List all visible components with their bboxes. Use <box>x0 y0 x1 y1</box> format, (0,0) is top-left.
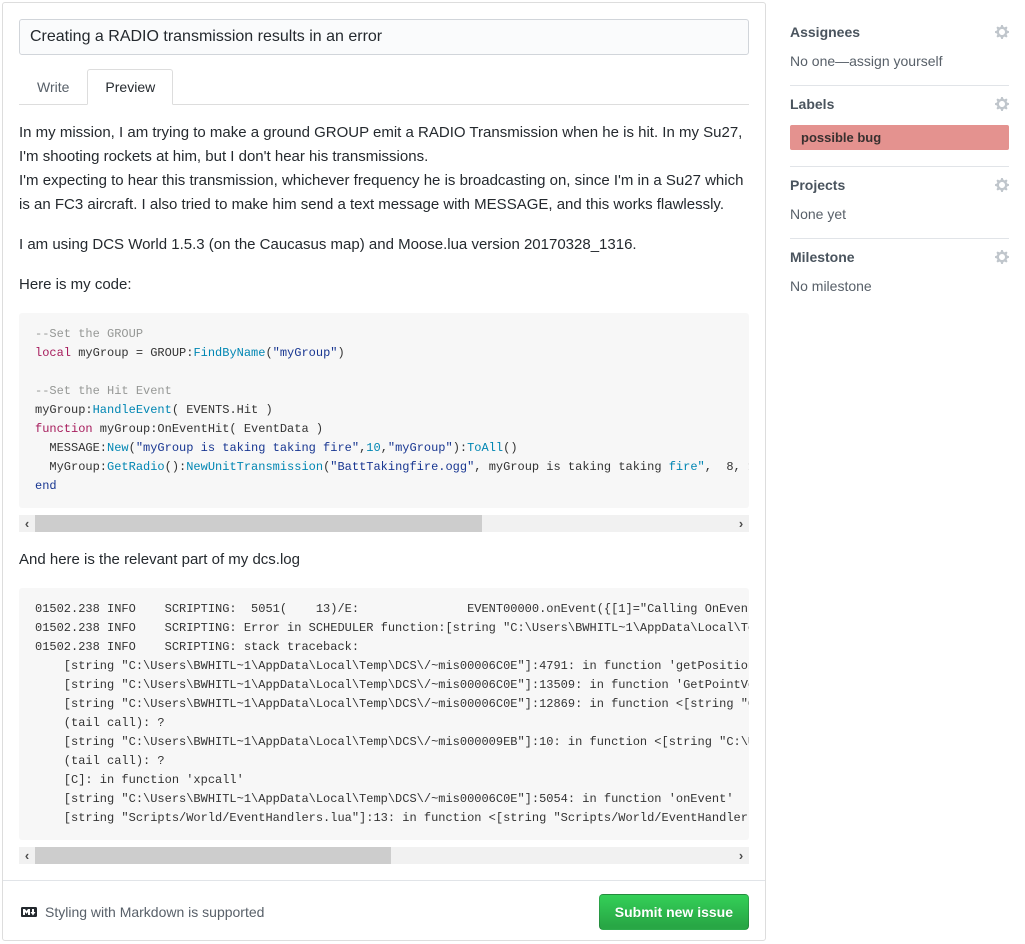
log-scrollbar-track[interactable] <box>35 847 733 864</box>
write-preview-tabbar: Write Preview <box>19 69 749 105</box>
gear-icon[interactable] <box>995 249 1009 265</box>
chevron-right-icon[interactable]: › <box>733 847 749 864</box>
assignees-value: No one—assign yourself <box>790 53 1009 69</box>
code-line: function myGroup:OnEventHit( EventData ) <box>35 420 733 439</box>
labels-heading: Labels <box>790 96 834 112</box>
code-line: end <box>35 477 733 496</box>
log-horizontal-scrollbar[interactable]: ‹ › <box>19 847 749 864</box>
projects-heading: Projects <box>790 177 845 193</box>
issue-body-paragraph-3: Here is my code: <box>19 273 749 297</box>
tab-write[interactable]: Write <box>19 69 87 105</box>
tab-preview[interactable]: Preview <box>87 69 173 105</box>
chevron-left-icon[interactable]: ‹ <box>19 515 35 532</box>
code-line: myGroup:HandleEvent( EVENTS.Hit ) <box>35 401 733 420</box>
new-issue-card: Write Preview In my mission, I am trying… <box>2 2 766 941</box>
markdown-icon <box>19 904 39 920</box>
sidebar-section-milestone: Milestone No milestone <box>790 239 1009 310</box>
submit-new-issue-button[interactable]: Submit new issue <box>599 894 749 930</box>
code-scrollbar-thumb[interactable] <box>35 515 482 532</box>
sidebar-section-assignees: Assignees No one—assign yourself <box>790 14 1009 86</box>
code-scrollbar-track[interactable] <box>35 515 733 532</box>
assignees-heading: Assignees <box>790 24 860 40</box>
paragraph-1-line-2: I'm expecting to hear this transmission,… <box>19 172 743 213</box>
preview-pane: In my mission, I am trying to make a gro… <box>19 105 749 864</box>
projects-value: None yet <box>790 206 1009 222</box>
chevron-left-icon[interactable]: ‹ <box>19 847 35 864</box>
gear-icon[interactable] <box>995 24 1009 40</box>
issue-sidebar: Assignees No one—assign yourself Labels … <box>790 14 1009 310</box>
issue-body-paragraph-4: And here is the relevant part of my dcs.… <box>19 548 749 572</box>
code-line: --Set the Hit Event <box>35 382 733 401</box>
markdown-note-text: Styling with Markdown is supported <box>45 904 264 920</box>
code-horizontal-scrollbar[interactable]: ‹ › <box>19 515 749 532</box>
sidebar-section-projects: Projects None yet <box>790 167 1009 239</box>
code-line: MESSAGE:New("myGroup is taking taking fi… <box>35 439 733 458</box>
label-chip-possible-bug[interactable]: possible bug <box>790 125 1009 150</box>
issue-body-paragraph-2: I am using DCS World 1.5.3 (on the Cauca… <box>19 233 749 257</box>
chevron-right-icon[interactable]: › <box>733 515 749 532</box>
dcs-log-block[interactable]: 01502.238 INFO SCRIPTING: 5051( 13)/E: E… <box>19 588 749 840</box>
paragraph-1-line-1: In my mission, I am trying to make a gro… <box>19 124 742 165</box>
issue-title-input[interactable] <box>19 19 749 55</box>
milestone-value: No milestone <box>790 278 1009 294</box>
code-line: --Set the GROUP <box>35 325 733 344</box>
code-line: local myGroup = GROUP:FindByName("myGrou… <box>35 344 733 363</box>
issue-footer: Styling with Markdown is supported Submi… <box>3 880 765 930</box>
code-line: MyGroup:GetRadio():NewUnitTransmission("… <box>35 458 733 477</box>
issue-body-paragraph-1: In my mission, I am trying to make a gro… <box>19 121 749 217</box>
log-scrollbar-thumb[interactable] <box>35 847 391 864</box>
code-line <box>35 363 733 382</box>
gear-icon[interactable] <box>995 96 1009 112</box>
sidebar-section-labels: Labels possible bug <box>790 86 1009 167</box>
gear-icon[interactable] <box>995 177 1009 193</box>
markdown-support-note: Styling with Markdown is supported <box>19 904 264 920</box>
lua-code-block[interactable]: --Set the GROUPlocal myGroup = GROUP:Fin… <box>19 313 749 508</box>
milestone-heading: Milestone <box>790 249 855 265</box>
